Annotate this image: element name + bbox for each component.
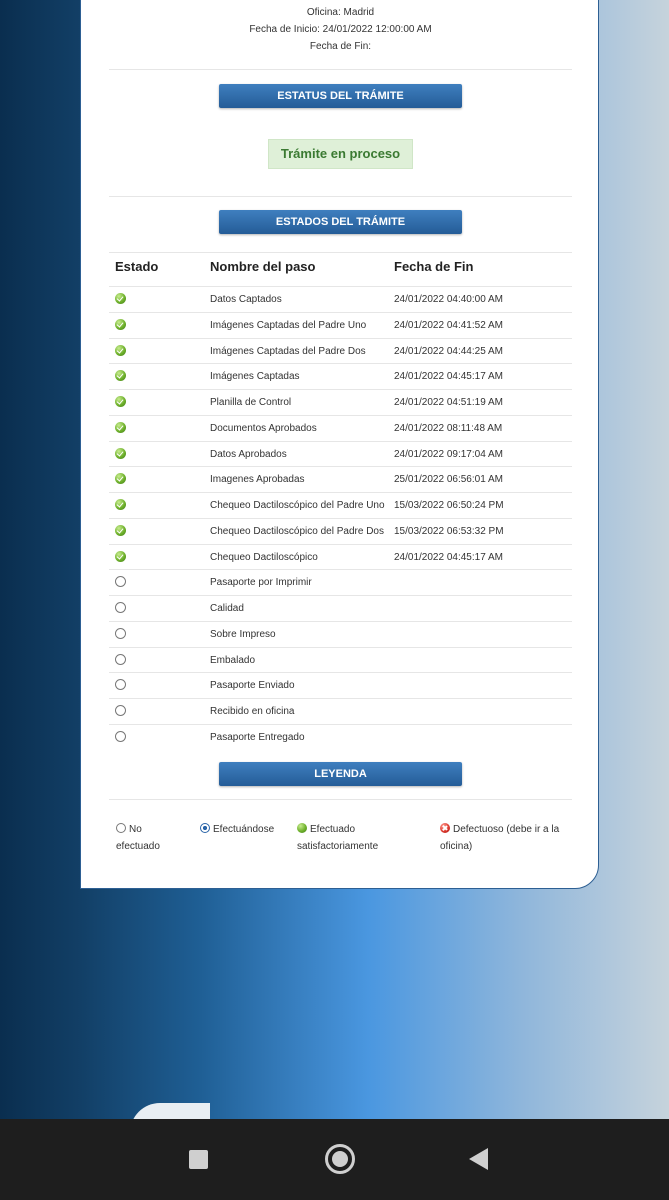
back-button-icon[interactable] (469, 1148, 488, 1170)
table-row: Pasaporte por Imprimir (109, 569, 572, 596)
step-date: 24/01/2022 04:40:00 AM (394, 294, 503, 305)
table-row: Imágenes Captadas del Padre Uno 24/01/202… (109, 311, 572, 339)
not-done-icon (115, 705, 126, 716)
legend-defective: Defectuoso (debe ir a la oficina) (440, 823, 560, 852)
step-name: Datos Aprobados (210, 448, 287, 460)
step-date: 24/01/2022 04:45:17 AM (394, 371, 503, 383)
step-date: 24/01/2022 04:41:52 AM (394, 319, 503, 331)
done-icon (115, 524, 126, 536)
step-name: Recibido en oficina (210, 706, 295, 717)
step-name: Planilla de Control (210, 397, 292, 408)
defective-icon (440, 823, 450, 833)
step-name: Imagenes Aprobadas (210, 474, 305, 486)
not-done-icon (115, 679, 126, 691)
table-row: Datos Aprobados 24/01/2022 09:17:04 AM (109, 440, 572, 468)
leyenda-header: LEYENDA (219, 762, 462, 786)
done-icon (115, 473, 126, 485)
done-icon (115, 370, 126, 382)
not-done-icon (115, 602, 126, 613)
oficina-text: Oficina: Madrid (306, 7, 375, 18)
step-name: Sobre Impreso (210, 628, 276, 640)
step-date: 24/01/2022 04:45:17 AM (394, 551, 503, 563)
step-name: Calidad (210, 603, 244, 614)
done-icon (115, 293, 126, 304)
column-header-estado: Estado (115, 259, 159, 274)
legend-not-done: No efectuado (116, 823, 160, 852)
step-name: Datos Captados (210, 294, 282, 305)
done-icon (115, 318, 126, 330)
table-row: Datos Captados 24/01/2022 04:40:00 AM (109, 286, 572, 313)
step-date: 25/01/2022 06:56:01 AM (394, 474, 503, 486)
table-row: Chequeo Dactiloscópico del Padre Dos 15/0… (109, 517, 572, 545)
step-name: Chequeo Dactiloscópico (210, 551, 318, 563)
table-row: Chequeo Dactiloscópico 24/01/2022 04:45:1… (109, 543, 572, 571)
table-row: Imágenes Captadas 24/01/2022 04:45:17 AM (109, 363, 572, 390)
step-name: Chequeo Dactiloscópico del Padre Uno (210, 500, 385, 511)
status-badge: Trámite en proceso (268, 139, 413, 169)
step-name: Pasaporte Entregado (210, 731, 305, 743)
table-row: Documentos Aprobados 24/01/2022 08:11:48 … (109, 414, 572, 442)
step-name: Documentos Aprobados (210, 422, 317, 434)
table-row: Embalado (109, 646, 572, 674)
not-done-icon (115, 576, 126, 588)
table-row: Sobre Impreso (109, 620, 572, 648)
table-row: Imagenes Aprobadas 25/01/2022 06:56:01 AM (109, 466, 572, 493)
table-row: Planilla de Control 24/01/2022 04:51:19 A… (109, 389, 572, 416)
divider (109, 196, 572, 197)
done-icon (115, 396, 126, 407)
step-name: Chequeo Dactiloscópico del Padre Dos (210, 525, 384, 537)
in-progress-icon (200, 823, 210, 833)
estatus-header: ESTATUS DEL TRÁMITE (219, 84, 462, 108)
done-icon (297, 823, 307, 833)
divider (109, 69, 572, 70)
legend-in-progress: Efectuándose (200, 821, 274, 838)
step-date: 15/03/2022 06:50:24 PM (394, 500, 504, 511)
not-done-icon (116, 823, 126, 833)
divider (109, 799, 572, 800)
not-done-icon (115, 627, 126, 639)
done-icon (115, 421, 126, 433)
home-button-icon[interactable] (325, 1144, 355, 1174)
step-name: Pasaporte Enviado (210, 680, 295, 692)
step-date: 24/01/2022 09:17:04 AM (394, 448, 503, 460)
done-icon (115, 447, 126, 459)
step-name: Imágenes Captadas (210, 371, 300, 383)
step-name: Pasaporte por Imprimir (210, 577, 312, 589)
not-done-icon (115, 653, 126, 665)
recents-button-icon[interactable] (189, 1150, 208, 1169)
done-icon (115, 344, 126, 356)
table-row: Pasaporte Entregado (109, 723, 572, 751)
step-date: 24/01/2022 04:51:19 AM (394, 397, 503, 408)
step-date: 15/03/2022 06:53:32 PM (394, 525, 504, 537)
divider (109, 252, 572, 253)
tramite-card: Oficina: Madrid Fecha de Inicio: 24/01/2… (80, 0, 599, 889)
done-icon (115, 499, 126, 510)
legend-done: Efectuado satisfactoriamente (297, 823, 379, 852)
not-done-icon (115, 730, 126, 742)
table-row: Calidad (109, 595, 572, 622)
step-name: Imágenes Captadas del Padre Dos (210, 345, 366, 357)
done-icon (115, 550, 126, 562)
estados-header: ESTADOS DEL TRÁMITE (219, 210, 462, 234)
column-header-fecha: Fecha de Fin (394, 259, 474, 274)
step-date: 24/01/2022 04:44:25 AM (394, 345, 503, 357)
step-date: 24/01/2022 08:11:48 AM (394, 422, 503, 434)
fecha-inicio-text: Fecha de Inicio: 24/01/2022 12:00:00 AM (249, 24, 432, 35)
table-row: Pasaporte Enviado (109, 672, 572, 699)
step-name: Imágenes Captadas del Padre Uno (210, 319, 367, 331)
column-header-nombre: Nombre del paso (210, 259, 316, 274)
table-row: Recibido en oficina (109, 698, 572, 725)
android-nav-bar (0, 1119, 669, 1200)
fecha-fin-text: Fecha de Fin: (309, 41, 372, 52)
step-name: Embalado (210, 654, 256, 666)
table-row: Imágenes Captadas del Padre Dos 24/01/202… (109, 337, 572, 365)
table-row: Chequeo Dactiloscópico del Padre Uno 15/0… (109, 492, 572, 519)
